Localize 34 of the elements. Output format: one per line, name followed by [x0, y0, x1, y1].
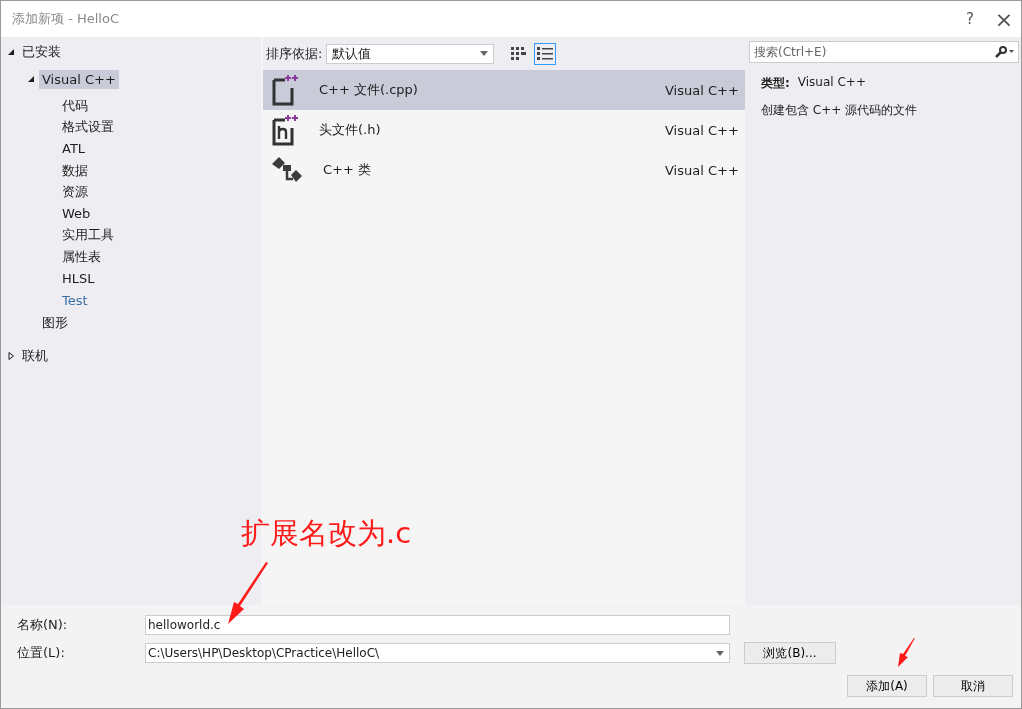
cancel-button[interactable]: 取消: [933, 675, 1013, 697]
template-item[interactable]: C++ 文件(.cpp) Visual C++: [263, 70, 745, 110]
tree-item[interactable]: Visual C++: [39, 69, 119, 89]
sort-dropdown[interactable]: 默认值: [326, 43, 495, 64]
tree-item[interactable]: 联机: [19, 344, 51, 367]
tree-item[interactable]: 图形: [39, 311, 71, 334]
template-item[interactable]: C++ 类 Visual C++: [263, 150, 745, 190]
tree-item[interactable]: Web: [59, 204, 94, 224]
field-label: 名称(N):: [17, 616, 69, 634]
add-button[interactable]: 添加(A): [847, 675, 927, 697]
help-button[interactable]: ?: [953, 1, 987, 37]
description-text: 创建包含 C++ 源代码的文件: [761, 102, 919, 119]
tree-item[interactable]: 属性表: [59, 245, 104, 268]
tree-item[interactable]: HLSL: [59, 269, 98, 289]
tree-item[interactable]: 数据: [59, 159, 91, 182]
browse-button[interactable]: 浏览(B)...: [744, 642, 836, 664]
tree-item[interactable]: 资源: [59, 181, 91, 204]
template-item[interactable]: 头文件(.h) Visual C++: [263, 110, 745, 150]
tree-item[interactable]: 格式设置: [59, 116, 117, 139]
tree-item[interactable]: 实用工具: [59, 224, 117, 247]
window-title: 添加新项 - HelloC: [12, 10, 120, 28]
tree-item[interactable]: 已安装: [19, 41, 64, 63]
close-button[interactable]: ×: [987, 1, 1021, 37]
location-combo-box[interactable]: C:\Users\HP\Desktop\CPractice\HelloC\: [145, 643, 730, 663]
tree-item[interactable]: ATL: [59, 139, 89, 159]
field-label: 位置(L):: [17, 644, 66, 662]
tree-item[interactable]: 代码: [59, 94, 91, 117]
search-field[interactable]: 搜索(Ctrl+E): [749, 41, 1019, 63]
annotation-text: 扩展名改为.c: [241, 515, 412, 552]
tree-item[interactable]: Test: [59, 290, 91, 310]
type-value: Visual C++: [797, 75, 866, 91]
name-field[interactable]: helloworld.c: [145, 615, 730, 635]
sort-label: 排序依据:: [266, 44, 323, 63]
type-label: 类型:: [761, 75, 790, 92]
